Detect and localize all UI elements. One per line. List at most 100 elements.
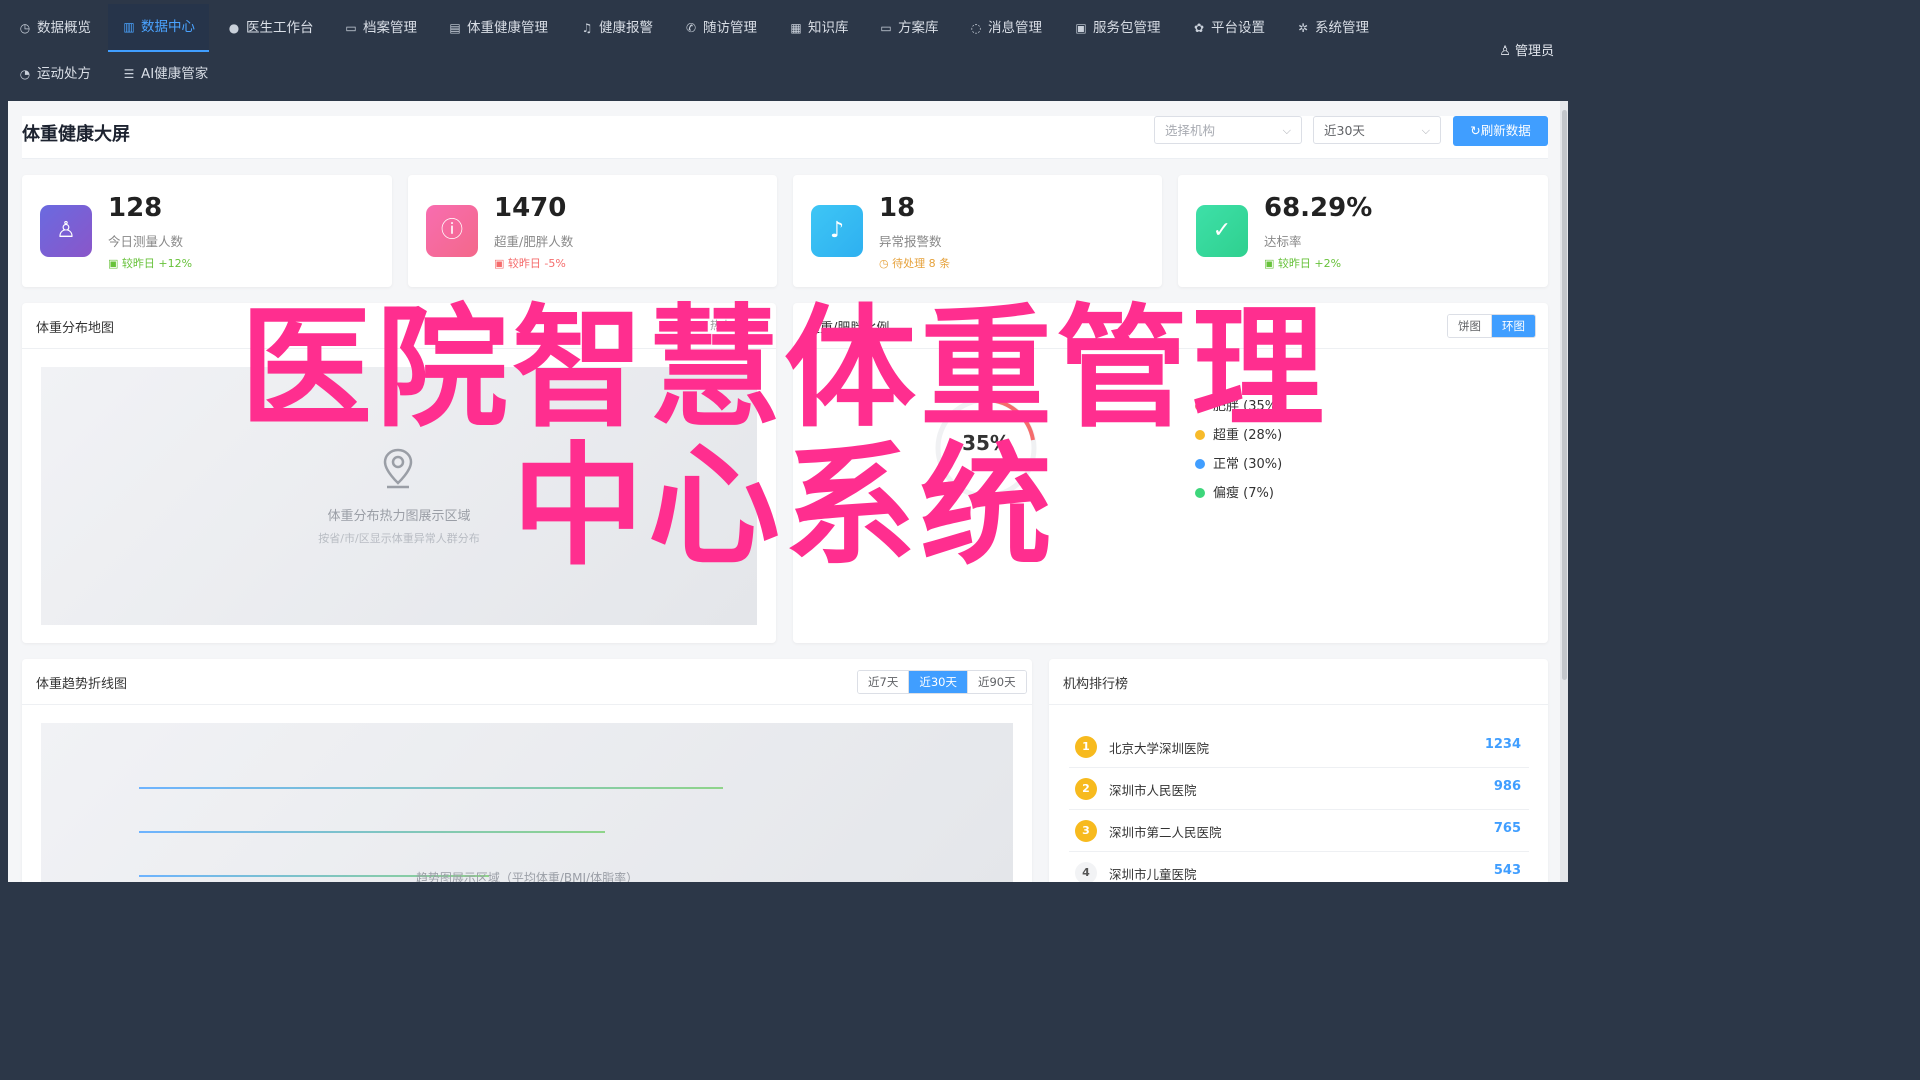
toggle-ring[interactable]: 环图 — [1492, 315, 1535, 337]
refresh-icon: ↻ — [1470, 123, 1481, 138]
nav-item-data-center[interactable]: ▥ 数据中心 — [108, 4, 209, 52]
rank-panel: 机构排行榜 1 北京大学深圳医院 1234 2 深圳市人民医院 986 3 深圳… — [1049, 659, 1548, 882]
legend-item-normal: 正常 (30%) — [1195, 453, 1282, 472]
chevron-down-icon: ⌵ — [1282, 124, 1291, 137]
stat-card-compliance: ✓ 68.29% 达标率 ▣ 较昨日 +2% — [1178, 175, 1548, 287]
nav-item-doctor-workbench[interactable]: ● 医生工作台 — [227, 16, 314, 40]
map-placeholder-title: 体重分布热力图展示区域 — [327, 509, 471, 524]
range-30d[interactable]: 近30天 — [909, 671, 968, 693]
rank-row[interactable]: 2 深圳市人民医院 986 — [1069, 768, 1529, 810]
folder-icon: ▭ — [345, 21, 357, 35]
top-navigation: ◷ 数据概览 ▥ 数据中心 ● 医生工作台 ▭ 档案管理 ▤ 体重健康管理 ♫ 健康报警 ✆… — [0, 0, 1568, 101]
nav-item-service-pack[interactable]: ▣ 服务包管理 — [1074, 16, 1161, 40]
org-select-placeholder: 选择机构 — [1165, 123, 1216, 138]
stat-value: 68.29% — [1264, 193, 1373, 223]
stat-trend: ▣ 较昨日 +12% — [108, 255, 192, 271]
donut-center-value: 35% — [962, 431, 1010, 455]
alert-circle-icon: ⓘ — [426, 205, 478, 257]
bar-chart-icon: ▥ — [123, 20, 135, 34]
stat-card-measured: ♙ 128 今日测量人数 ▣ 较昨日 +12% — [22, 175, 392, 287]
rank-row[interactable]: 4 深圳市儿童医院 543 — [1069, 852, 1529, 882]
bag-icon: ▣ — [1075, 21, 1087, 35]
nav-item-messages[interactable]: ◌ 消息管理 — [969, 16, 1042, 40]
nav-item-weight-health[interactable]: ▤ 体重健康管理 — [448, 16, 548, 40]
rank-row[interactable]: 1 北京大学深圳医院 1234 — [1069, 726, 1529, 768]
legend-dot — [1195, 459, 1205, 469]
trend-range-toggle: 近7天 近30天 近90天 — [857, 670, 1027, 694]
map-placeholder: 体重分布热力图展示区域 按省/市/区显示体重异常人群分布 — [41, 367, 757, 625]
chat-icon: ◌ — [970, 21, 982, 35]
panel-title: 体重趋势折线图 — [36, 677, 128, 692]
nav-label: 医生工作台 — [246, 20, 314, 36]
legend-dot — [1195, 401, 1205, 411]
nav-label: 方案库 — [898, 20, 939, 36]
nav-item-system[interactable]: ✲ 系统管理 — [1296, 16, 1369, 40]
nav-item-plans[interactable]: ▭ 方案库 — [879, 16, 939, 40]
range-90d[interactable]: 近90天 — [967, 671, 1026, 693]
nav-item-ai-assistant[interactable]: ☰ AI健康管家 — [122, 62, 209, 86]
nav-item-followup[interactable]: ✆ 随访管理 — [684, 16, 757, 40]
trend-placeholder: 趋势图展示区域（平均体重/BMI/体脂率） — [41, 723, 1013, 882]
nav-item-platform-settings[interactable]: ✿ 平台设置 — [1192, 16, 1265, 40]
rank-number: 2 — [1075, 778, 1097, 800]
divider — [1049, 704, 1548, 705]
rank-number: 3 — [1075, 820, 1097, 842]
range-select[interactable]: 近30天 ⌵ — [1313, 116, 1441, 144]
rank-name: 深圳市人民医院 — [1109, 783, 1197, 798]
trend-up-icon: ▣ — [1264, 257, 1278, 270]
user-icon: ● — [228, 21, 240, 35]
nav-item-knowledge[interactable]: ▦ 知识库 — [789, 16, 849, 40]
stat-trend: ▣ 较昨日 -5% — [494, 255, 566, 271]
stat-label: 超重/肥胖人数 — [494, 234, 574, 249]
nav-item-data-overview[interactable]: ◷ 数据概览 — [18, 16, 91, 40]
trend-down-icon: ▣ — [494, 257, 508, 270]
nav-label: 服务包管理 — [1093, 20, 1161, 36]
scrollbar-thumb[interactable] — [1562, 110, 1567, 680]
nav-label: 系统管理 — [1315, 20, 1369, 36]
rank-row[interactable]: 3 深圳市第二人民医院 765 — [1069, 810, 1529, 852]
nav-item-health-alert[interactable]: ♫ 健康报警 — [580, 16, 653, 40]
heat-tag[interactable]: 热力 — [710, 317, 732, 333]
bell-icon: ♪ — [811, 205, 863, 257]
nav-label: 数据概览 — [37, 20, 91, 36]
check-circle-icon: ✓ — [1196, 205, 1248, 257]
nav-label: 数据中心 — [141, 19, 195, 35]
trend-text: 较昨日 +12% — [121, 257, 193, 270]
sliders-icon: ☰ — [123, 67, 135, 81]
trend-line — [139, 787, 723, 789]
nav-label: 体重健康管理 — [467, 20, 548, 36]
stat-card-alerts: ♪ 18 异常报警数 ◷ 待处理 8 条 — [793, 175, 1162, 287]
settings-icon: ✲ — [1297, 21, 1309, 35]
trend-placeholder-text: 趋势图展示区域（平均体重/BMI/体脂率） — [415, 871, 639, 882]
donut-center-label: 肥胖 — [976, 461, 996, 472]
org-select[interactable]: 选择机构 ⌵ — [1154, 116, 1302, 144]
trend-text: 待处理 8 条 — [892, 257, 951, 270]
trend-panel: 体重趋势折线图 近7天 近30天 近90天 趋势图展示区域（平均体重/BMI/体… — [22, 659, 1032, 882]
divider — [793, 348, 1548, 349]
divider — [22, 348, 776, 349]
rank-value: 986 — [1493, 779, 1521, 794]
stat-value: 128 — [108, 193, 163, 223]
user-menu[interactable]: ♙ 管理员 — [1499, 40, 1554, 59]
nav-label: 随访管理 — [703, 20, 757, 36]
phone-icon: ✆ — [685, 21, 697, 35]
legend-label: 超重 (28%) — [1213, 428, 1283, 443]
nav-item-archive[interactable]: ▭ 档案管理 — [344, 16, 417, 40]
legend-item-underweight: 偏瘦 (7%) — [1195, 482, 1274, 501]
rank-number: 4 — [1075, 862, 1097, 882]
map-placeholder-sub: 按省/市/区显示体重异常人群分布 — [318, 532, 480, 545]
toggle-pie[interactable]: 饼图 — [1448, 315, 1492, 337]
nav-label: 知识库 — [808, 20, 849, 36]
range-7d[interactable]: 近7天 — [858, 671, 910, 693]
panel-title: 机构排行榜 — [1063, 677, 1129, 692]
stat-trend: ◷ 待处理 8 条 — [879, 255, 950, 271]
trend-line — [139, 831, 605, 833]
legend-label: 肥胖 (35%) — [1213, 399, 1283, 414]
refresh-button[interactable]: ↻刷新数据 — [1453, 116, 1548, 146]
user-name: 管理员 — [1514, 44, 1554, 59]
clock-icon: ◷ — [879, 257, 893, 270]
map-pin-icon — [379, 447, 417, 491]
book-icon: ▦ — [790, 21, 802, 35]
nav-item-exercise[interactable]: ◔ 运动处方 — [18, 62, 91, 86]
trend-text: 较昨日 +2% — [1277, 257, 1342, 270]
